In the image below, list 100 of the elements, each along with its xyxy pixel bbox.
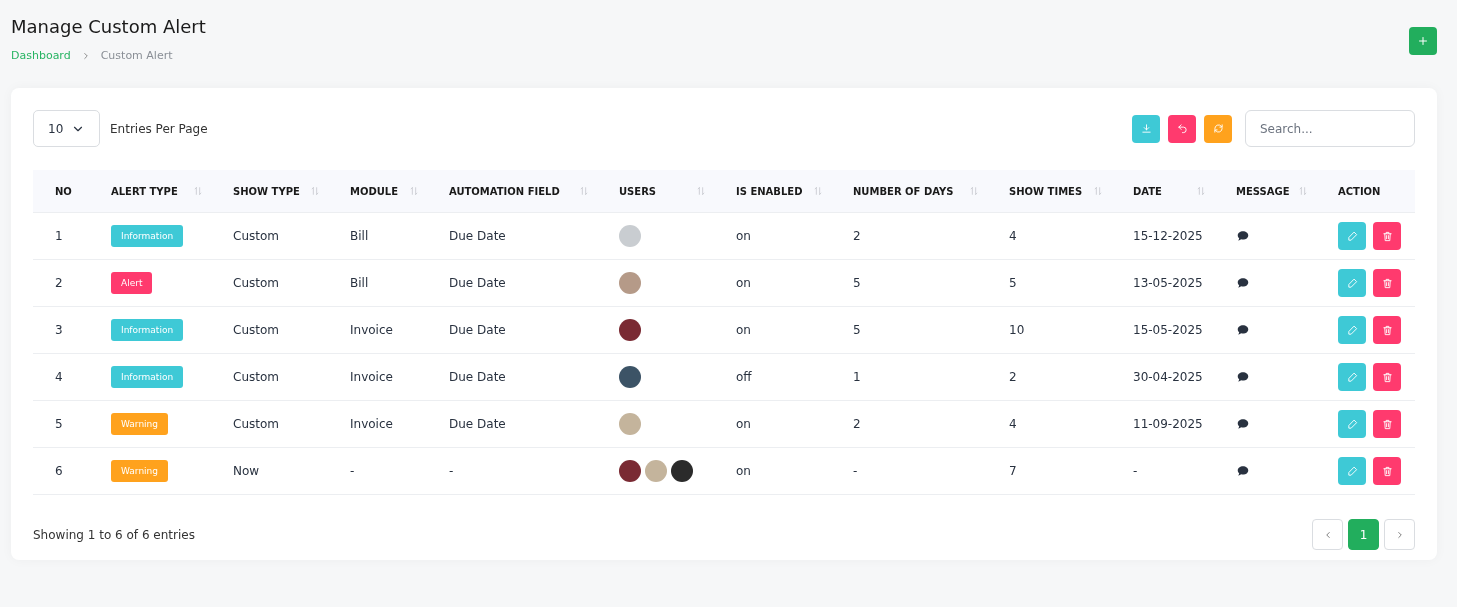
- sort-icon: [969, 186, 979, 196]
- alert-type-badge: Information: [111, 366, 184, 388]
- table-cell: -: [449, 464, 454, 478]
- table-cell: on: [736, 323, 751, 337]
- table-cell: Invoice: [350, 417, 393, 431]
- alert-type-badge: Warning: [111, 460, 168, 482]
- sort-icon: [409, 186, 419, 196]
- column-header[interactable]: MESSAGE: [1236, 185, 1294, 197]
- edit-button[interactable]: [1338, 316, 1366, 344]
- table-cell: on: [736, 229, 751, 243]
- pencil-icon: [1346, 371, 1358, 383]
- trash-icon: [1381, 465, 1393, 477]
- download-icon: [1140, 123, 1152, 134]
- sort-icon: [1298, 186, 1308, 196]
- entries-per-page-label: Entries Per Page: [110, 121, 208, 136]
- table-cell: -: [350, 464, 355, 478]
- table-cell: Custom: [233, 276, 279, 290]
- delete-button[interactable]: [1373, 457, 1401, 485]
- edit-button[interactable]: [1338, 363, 1366, 391]
- table-cell: 2: [1009, 370, 1017, 384]
- refresh-icon: [1212, 123, 1224, 134]
- delete-button[interactable]: [1373, 410, 1401, 438]
- sort-icon: [1093, 186, 1103, 196]
- table-cell: Custom: [233, 229, 279, 243]
- alert-type-badge: Warning: [111, 413, 168, 435]
- alert-type-badge: Information: [111, 319, 184, 341]
- pencil-icon: [1346, 418, 1358, 430]
- table-cell: Due Date: [449, 323, 506, 337]
- column-header[interactable]: IS ENABLED: [736, 185, 807, 197]
- edit-button[interactable]: [1338, 269, 1366, 297]
- delete-button[interactable]: [1373, 363, 1401, 391]
- table-cell: Invoice: [350, 370, 393, 384]
- alert-type-badge: Alert: [111, 272, 153, 294]
- table-cell: 5: [1009, 276, 1017, 290]
- delete-button[interactable]: [1373, 222, 1401, 250]
- download-button[interactable]: [1132, 114, 1160, 143]
- table-cell: Bill: [350, 276, 369, 290]
- table-cell: 15-05-2025: [1133, 323, 1203, 337]
- table-cell: 3: [55, 323, 63, 337]
- table-cell: 1: [55, 229, 63, 243]
- table-cell: 30-04-2025: [1133, 370, 1203, 384]
- sort-icon: [1196, 186, 1206, 196]
- table-cell: 7: [1009, 464, 1017, 478]
- table-cell: 15-12-2025: [1133, 229, 1203, 243]
- table-cell: Custom: [233, 370, 279, 384]
- column-header[interactable]: SHOW TYPE: [233, 185, 304, 197]
- page-size-select[interactable]: 10: [33, 110, 100, 147]
- table-cell: 2: [853, 229, 861, 243]
- sort-icon: [310, 186, 320, 196]
- table-cell: 4: [1009, 417, 1017, 431]
- add-button[interactable]: [1409, 27, 1437, 55]
- table-cell: -: [1133, 464, 1138, 478]
- page-title: Manage Custom Alert: [11, 16, 206, 37]
- edit-button[interactable]: [1338, 410, 1366, 438]
- chat-bubble-icon: [1236, 464, 1250, 478]
- column-header[interactable]: AUTOMATION FIELD: [449, 185, 564, 197]
- previous-page-button[interactable]: [1312, 519, 1343, 550]
- table-cell: -: [853, 464, 858, 478]
- table-cell: Due Date: [449, 417, 506, 431]
- delete-button[interactable]: [1373, 269, 1401, 297]
- table-cell: on: [736, 464, 751, 478]
- edit-button[interactable]: [1338, 457, 1366, 485]
- table-cell: Bill: [350, 229, 369, 243]
- table-cell: Due Date: [449, 229, 506, 243]
- column-header[interactable]: MODULE: [350, 185, 403, 197]
- table-cell: 5: [853, 323, 861, 337]
- chat-bubble-icon: [1236, 370, 1250, 384]
- table-cell: on: [736, 417, 751, 431]
- column-header[interactable]: ACTION: [1338, 185, 1381, 197]
- sort-icon: [813, 186, 823, 196]
- trash-icon: [1381, 277, 1393, 289]
- alert-type-badge: Information: [111, 225, 184, 247]
- edit-button[interactable]: [1338, 222, 1366, 250]
- column-header[interactable]: USERS: [619, 185, 661, 197]
- column-header[interactable]: DATE: [1133, 185, 1166, 197]
- table-cell: 4: [1009, 229, 1017, 243]
- column-header[interactable]: NUMBER OF DAYS: [853, 185, 958, 197]
- delete-button[interactable]: [1373, 316, 1401, 344]
- chat-bubble-icon: [1236, 229, 1250, 243]
- column-header[interactable]: NO: [55, 185, 72, 197]
- table-cell: Due Date: [449, 370, 506, 384]
- search-field[interactable]: Search...: [1245, 110, 1415, 147]
- refresh-button[interactable]: [1204, 114, 1232, 143]
- sort-icon: [696, 186, 706, 196]
- table-cell: 11-09-2025: [1133, 417, 1203, 431]
- entries-summary: Showing 1 to 6 of 6 entries: [33, 527, 195, 542]
- trash-icon: [1381, 418, 1393, 430]
- pencil-icon: [1346, 465, 1358, 477]
- table-cell: 13-05-2025: [1133, 276, 1203, 290]
- next-page-button[interactable]: [1384, 519, 1415, 550]
- breadcrumb-current: Custom Alert: [100, 49, 173, 62]
- table-cell: off: [736, 370, 752, 384]
- column-header[interactable]: ALERT TYPE: [111, 185, 182, 197]
- table-cell: 5: [55, 417, 63, 431]
- undo-button[interactable]: [1168, 114, 1196, 143]
- table-cell: Custom: [233, 417, 279, 431]
- sort-icon: [193, 186, 203, 196]
- plus-icon: [1417, 35, 1429, 47]
- column-header[interactable]: SHOW TIMES: [1009, 185, 1087, 197]
- undo-icon: [1176, 123, 1188, 134]
